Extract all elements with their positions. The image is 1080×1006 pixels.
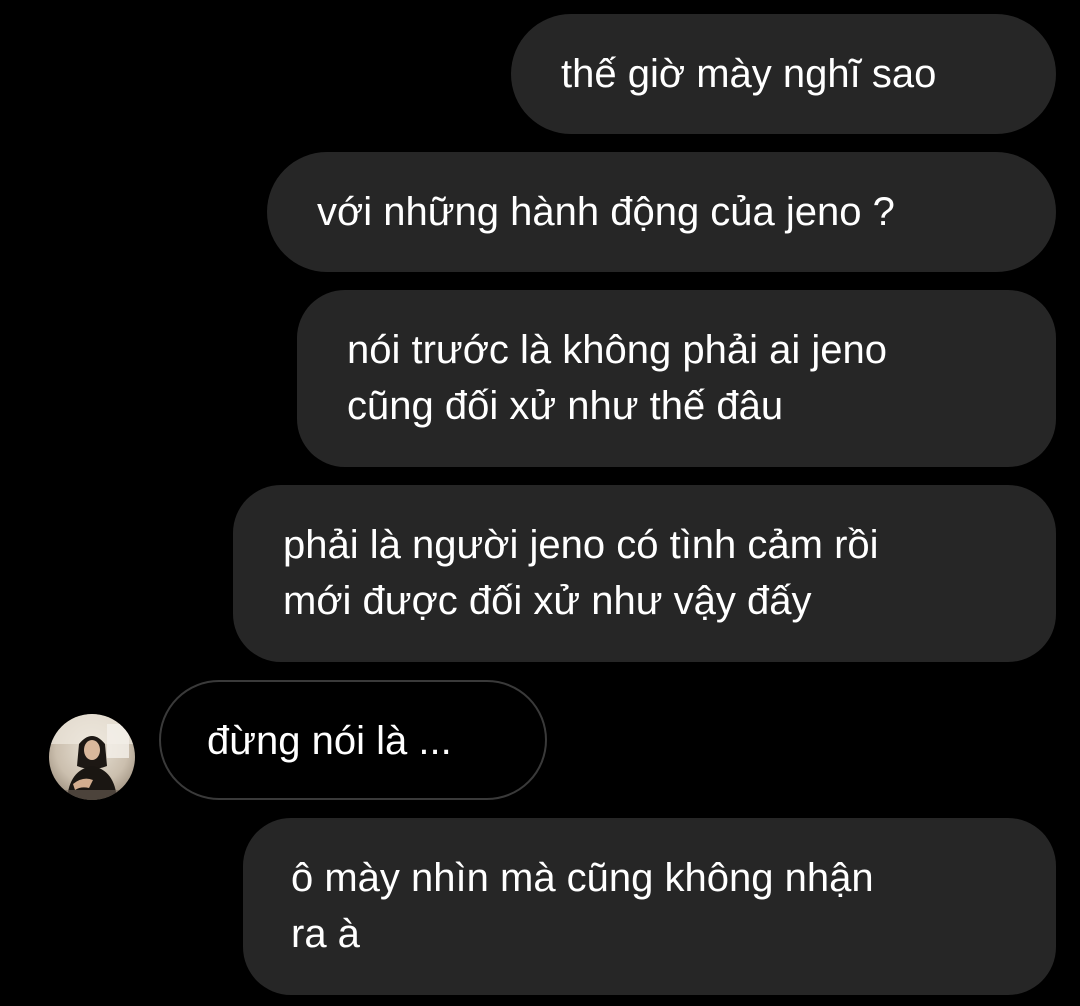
outgoing-message[interactable]: ô mày nhìn mà cũng không nhận ra à xyxy=(243,818,1056,995)
outgoing-message[interactable]: nói trước là không phải ai jeno cũng đối… xyxy=(297,290,1056,467)
incoming-message[interactable]: đừng nói là ... xyxy=(159,680,547,800)
profile-photo-avatar-icon xyxy=(49,714,135,800)
outgoing-message[interactable]: phải là người jeno có tình cảm rồi mới đ… xyxy=(233,485,1056,662)
outgoing-message[interactable]: với những hành động của jeno ? xyxy=(267,152,1056,272)
outgoing-message[interactable]: thế giờ mày nghĩ sao xyxy=(511,14,1056,134)
contact-avatar[interactable] xyxy=(49,714,135,800)
message-thread: thế giờ mày nghĩ sao với những hành động… xyxy=(0,0,1080,1006)
